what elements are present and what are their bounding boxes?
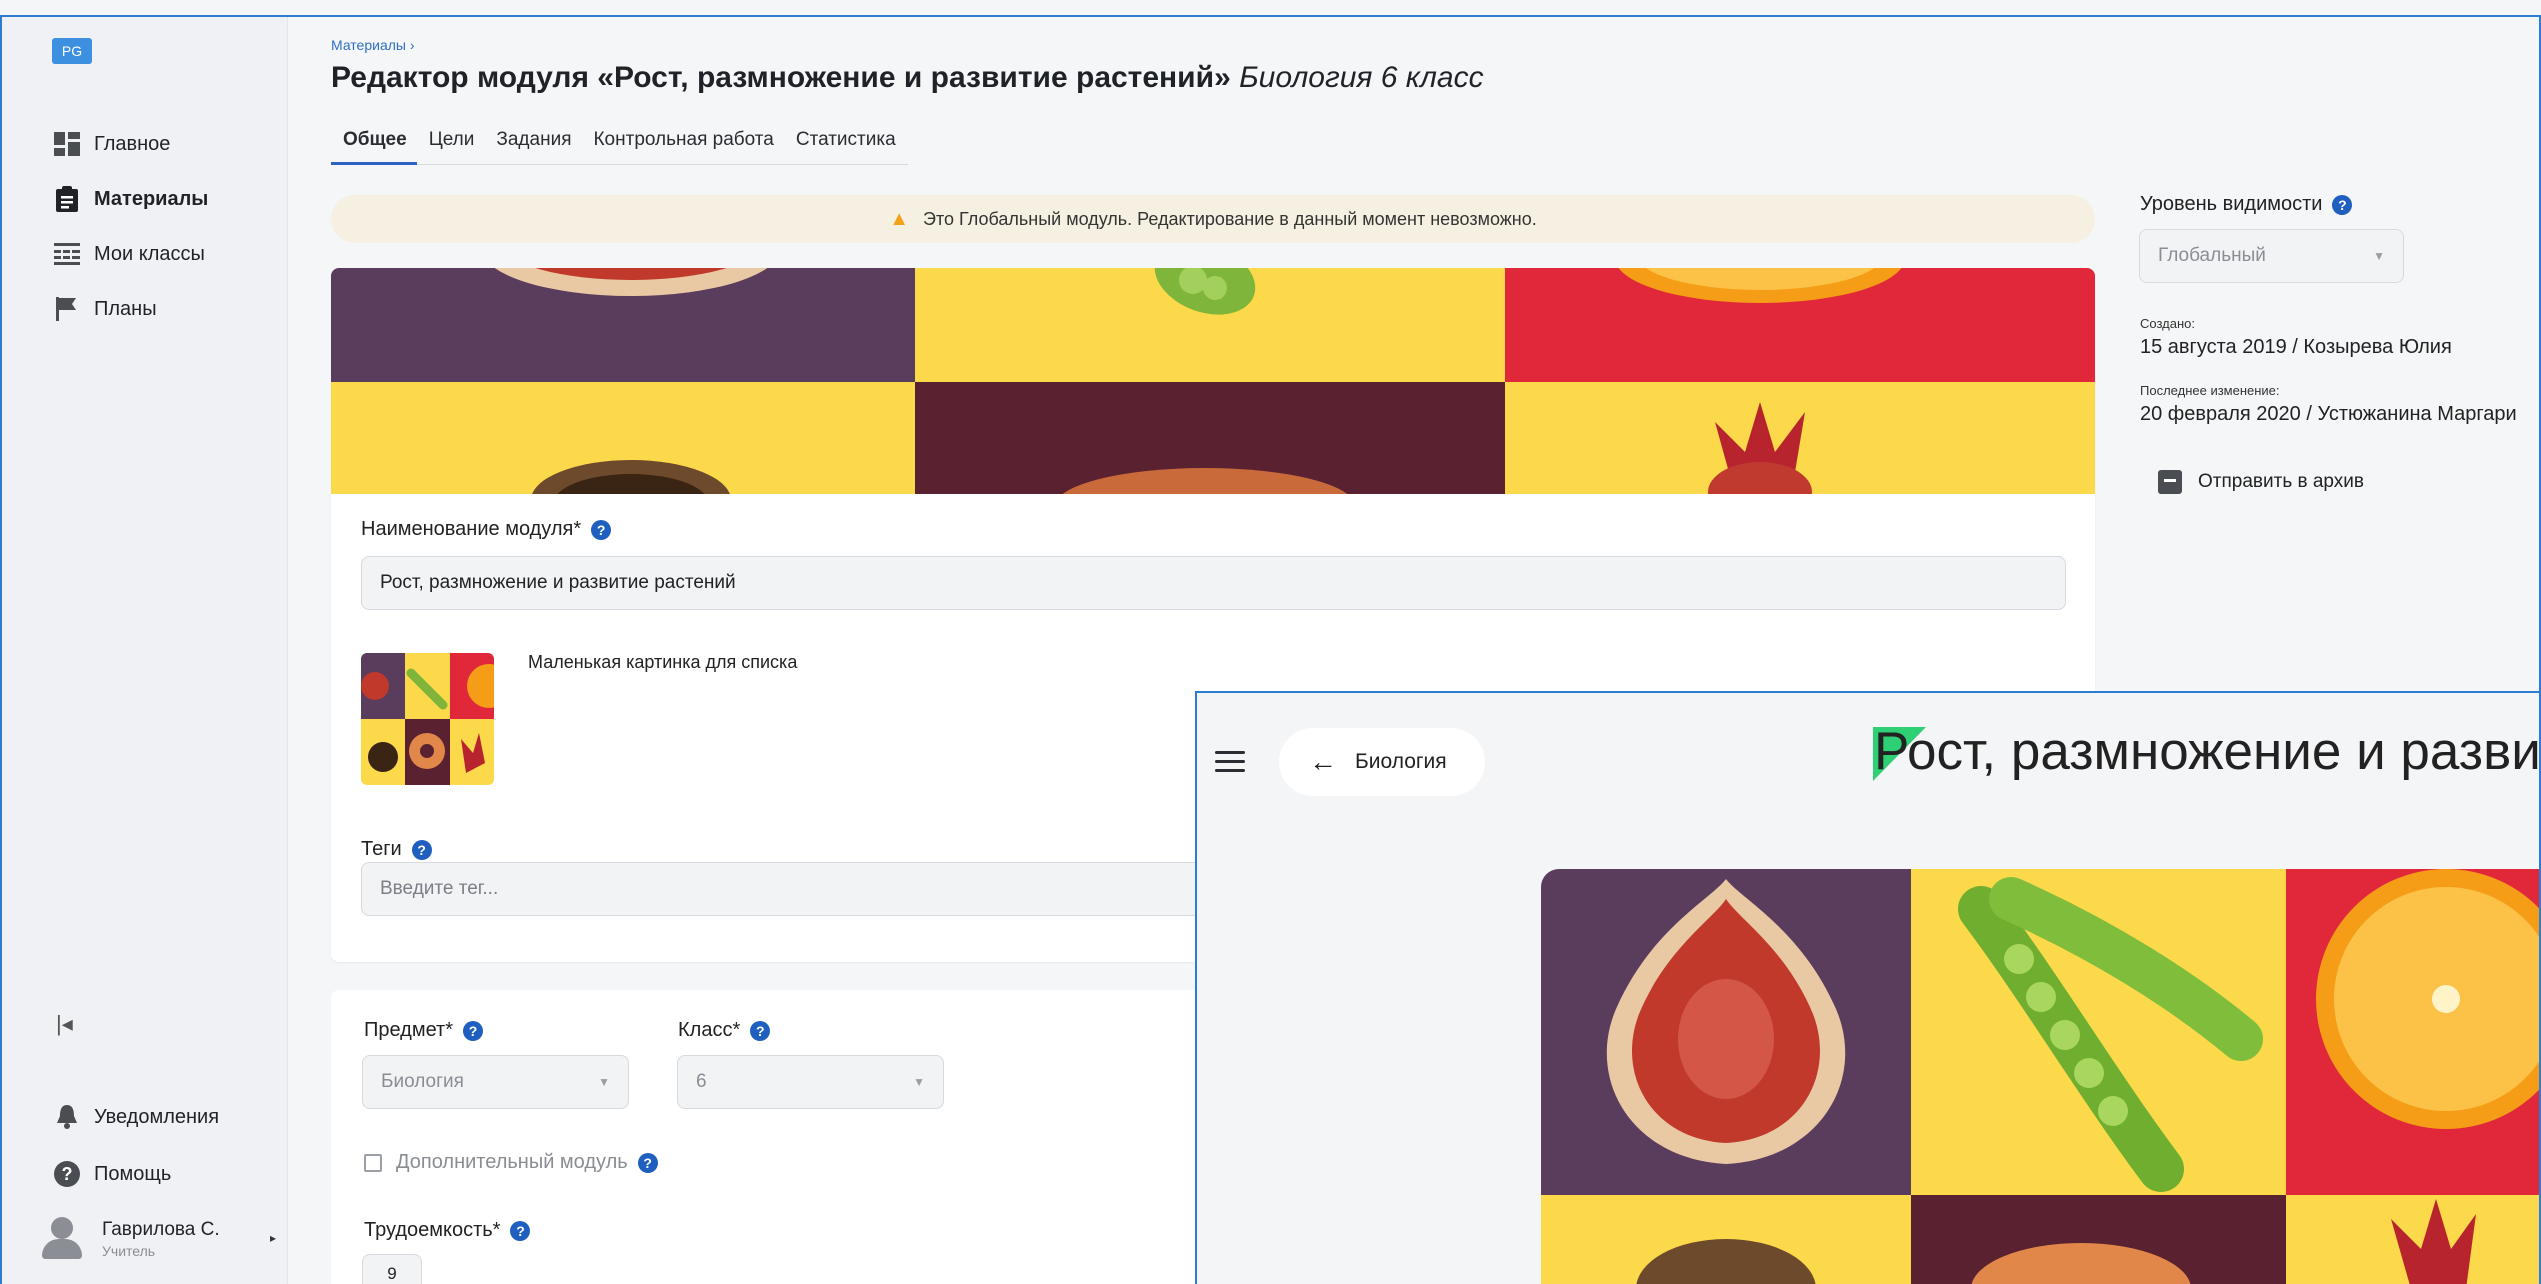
sidebar-item-plans[interactable]: Планы [54, 289, 157, 329]
extra-module-label: Дополнительный модуль [396, 1151, 628, 1173]
extra-module-checkbox[interactable] [364, 1153, 382, 1172]
sidebar: PG Главное Материалы Мои классы Планы |◂… [2, 17, 288, 1284]
visibility-label: Уровень видимости ? [2140, 193, 2353, 216]
sidebar-item-label: Мои классы [94, 242, 205, 265]
sidebar-item-main[interactable]: Главное [54, 124, 170, 164]
preview-title: Рост, размножение и разви [1874, 722, 2541, 781]
preview-cover-image [1541, 869, 2541, 1284]
modified-label: Последнее изменение: [2140, 383, 2280, 398]
tab-test[interactable]: Контрольная работа [583, 125, 783, 165]
module-name-label-text: Наименование модуля* [361, 518, 582, 540]
workload-label: Трудоемкость* ? [364, 1219, 531, 1242]
help-icon[interactable]: ? [463, 1020, 484, 1041]
app-logo[interactable]: PG [52, 38, 92, 64]
flag-icon [54, 296, 80, 322]
grade-select[interactable]: 6 ▼ [677, 1055, 944, 1109]
page-subject: Биология 6 класс [1239, 61, 1484, 94]
caret-right-icon: ▸ [270, 1231, 277, 1245]
sidebar-item-label: Планы [94, 297, 157, 320]
sidebar-item-label: Уведомления [94, 1105, 220, 1128]
visibility-select[interactable]: Глобальный ▼ [2139, 229, 2404, 283]
module-name-field[interactable]: Рост, размножение и развитие растений [361, 556, 2066, 610]
archive-icon [2158, 470, 2182, 494]
bell-icon [54, 1104, 80, 1130]
tab-tasks[interactable]: Задания [486, 125, 581, 165]
grade-select-value: 6 [696, 1071, 707, 1092]
sidebar-item-materials[interactable]: Материалы [54, 179, 208, 219]
back-button[interactable]: ← Биология [1279, 728, 1485, 796]
created-label: Создано: [2140, 316, 2195, 331]
tab-goals[interactable]: Цели [419, 125, 485, 165]
list-thumbnail[interactable] [361, 653, 494, 785]
cover-cell [331, 268, 915, 382]
clipboard-icon [54, 186, 80, 212]
sidebar-item-label: Помощь [94, 1162, 172, 1185]
subject-select[interactable]: Биология ▼ [362, 1055, 629, 1109]
visibility-label-text: Уровень видимости [2140, 193, 2323, 215]
sidebar-item-notifications[interactable]: Уведомления [54, 1097, 219, 1137]
back-button-label: Биология [1355, 750, 1447, 773]
tags-label-text: Теги [361, 838, 402, 860]
classes-icon [54, 241, 80, 267]
subject-select-value: Биология [381, 1071, 464, 1092]
avatar [42, 1217, 82, 1261]
grade-label-text: Класс* [678, 1019, 741, 1041]
cover-cell [1505, 382, 2095, 494]
grade-label: Класс* ? [678, 1019, 771, 1042]
cover-cell [915, 268, 1505, 382]
extra-module-checkbox-row[interactable]: Дополнительный модуль ? [364, 1151, 658, 1174]
sidebar-item-classes[interactable]: Мои классы [54, 234, 205, 274]
arrow-left-icon: ← [1309, 746, 1337, 777]
sidebar-item-label: Материалы [94, 187, 209, 210]
subject-label-text: Предмет* [364, 1019, 454, 1041]
warning-icon: ▲ [889, 207, 910, 230]
created-value: 15 августа 2019 / Козырева Юлия [2140, 336, 2452, 358]
tab-statistics[interactable]: Статистика [786, 125, 906, 165]
chevron-down-icon: ▼ [2373, 249, 2385, 263]
dashboard-icon [54, 131, 80, 157]
archive-button[interactable]: Отправить в архив [2158, 470, 2364, 494]
breadcrumb[interactable]: Материалы › [331, 37, 415, 53]
chevron-down-icon: ▼ [913, 1075, 925, 1089]
help-icon[interactable]: ? [750, 1020, 771, 1041]
cover-cell [1505, 268, 2095, 382]
page-title-text: Редактор модуля «Рост, размножение и раз… [331, 61, 1231, 94]
warning-banner: ▲ Это Глобальный модуль. Редактирование … [331, 195, 2095, 243]
help-icon[interactable]: ? [411, 839, 432, 860]
page-title: Редактор модуля «Рост, размножение и раз… [331, 61, 1484, 95]
user-menu[interactable]: Гаврилова С. Учитель ▸ [42, 1217, 276, 1261]
chevron-down-icon: ▼ [598, 1075, 610, 1089]
module-cover-image[interactable] [331, 268, 2095, 494]
help-icon[interactable]: ? [637, 1152, 658, 1173]
tags-label: Теги ? [361, 838, 432, 861]
workload-label-text: Трудоемкость* [364, 1219, 501, 1241]
thumbnail-label: Маленькая картинка для списка [528, 652, 798, 672]
workload-input[interactable]: 9 [362, 1254, 422, 1284]
archive-button-label: Отправить в архив [2198, 471, 2364, 492]
cover-cell [331, 382, 915, 494]
collapse-sidebar-icon[interactable]: |◂ [56, 1011, 73, 1037]
module-preview-window: ← Биология Рост, размножение и разви [1195, 691, 2541, 1284]
user-role: Учитель [102, 1243, 156, 1259]
svg-text:?: ? [62, 1164, 73, 1184]
sidebar-item-label: Главное [94, 132, 171, 155]
help-icon[interactable]: ? [2332, 194, 2353, 215]
tab-bar: Общее Цели Задания Контрольная работа Ст… [331, 125, 908, 165]
cover-cell [915, 382, 1505, 494]
visibility-select-value: Глобальный [2158, 245, 2266, 266]
user-name: Гаврилова С. [102, 1219, 220, 1240]
help-icon[interactable]: ? [591, 519, 612, 540]
tab-general[interactable]: Общее [331, 125, 417, 165]
sidebar-item-help[interactable]: ? Помощь [54, 1154, 171, 1194]
help-icon: ? [54, 1161, 80, 1187]
menu-icon[interactable] [1215, 751, 1245, 775]
module-name-label: Наименование модуля* ? [361, 518, 612, 541]
modified-value: 20 февраля 2020 / Устюжанина Маргари [2140, 403, 2517, 425]
help-icon[interactable]: ? [510, 1220, 531, 1241]
warning-text: Это Глобальный модуль. Редактирование в … [923, 208, 1537, 229]
subject-label: Предмет* ? [364, 1019, 484, 1042]
